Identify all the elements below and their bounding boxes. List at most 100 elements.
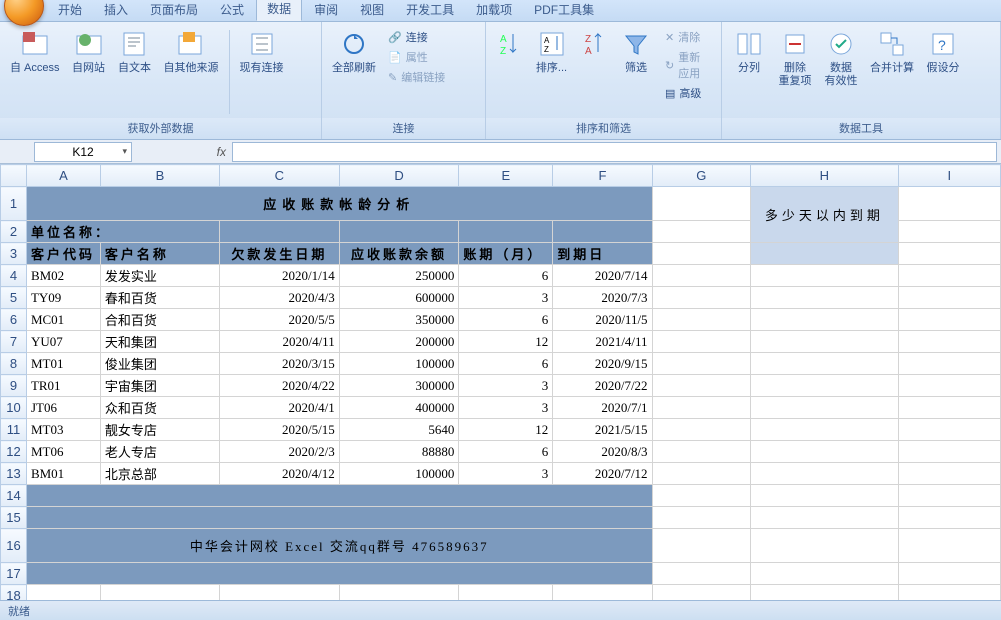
col-date[interactable]: 欠款发生日期 bbox=[220, 243, 340, 265]
cell-code[interactable]: TY09 bbox=[26, 287, 100, 309]
cell-due[interactable]: 2020/7/12 bbox=[553, 463, 652, 485]
sort-desc-button[interactable]: ZA bbox=[577, 26, 612, 62]
col-header[interactable]: F bbox=[553, 165, 652, 187]
col-header[interactable]: E bbox=[459, 165, 553, 187]
cell-due[interactable]: 2020/8/3 bbox=[553, 441, 652, 463]
cell-term[interactable]: 3 bbox=[459, 463, 553, 485]
cell-code[interactable]: YU07 bbox=[26, 331, 100, 353]
cell-amt[interactable]: 250000 bbox=[339, 265, 459, 287]
data-validation-button[interactable]: 数据 有效性 bbox=[820, 26, 862, 90]
filter-button[interactable]: 筛选 bbox=[615, 26, 657, 77]
ribbon-tab-3[interactable]: 公式 bbox=[210, 0, 254, 21]
ribbon-tab-4[interactable]: 数据 bbox=[256, 0, 302, 21]
cell-code[interactable]: TR01 bbox=[26, 375, 100, 397]
row-header[interactable]: 5 bbox=[1, 287, 27, 309]
cell-date[interactable]: 2020/4/11 bbox=[220, 331, 340, 353]
cell-due[interactable]: 2020/7/14 bbox=[553, 265, 652, 287]
cell-date[interactable]: 2020/5/5 bbox=[220, 309, 340, 331]
ribbon-tab-9[interactable]: PDF工具集 bbox=[524, 0, 604, 21]
cell-amt[interactable]: 100000 bbox=[339, 353, 459, 375]
ribbon-tab-6[interactable]: 视图 bbox=[350, 0, 394, 21]
col-header[interactable]: C bbox=[220, 165, 340, 187]
from-web-button[interactable]: 自网站 bbox=[68, 26, 110, 77]
cell-name[interactable]: 宇宙集团 bbox=[100, 375, 219, 397]
cell-term[interactable]: 6 bbox=[459, 265, 553, 287]
cell-term[interactable]: 3 bbox=[459, 375, 553, 397]
cell-code[interactable]: MT01 bbox=[26, 353, 100, 375]
refresh-all-button[interactable]: 全部刷新 bbox=[328, 26, 380, 77]
ribbon-tab-0[interactable]: 开始 bbox=[48, 0, 92, 21]
cell-code[interactable]: BM02 bbox=[26, 265, 100, 287]
row-header[interactable]: 10 bbox=[1, 397, 27, 419]
col-due[interactable]: 到期日 bbox=[553, 243, 652, 265]
formula-input[interactable] bbox=[232, 142, 997, 162]
sort-button[interactable]: AZ 排序... bbox=[531, 26, 573, 77]
cell-due[interactable]: 2020/7/1 bbox=[553, 397, 652, 419]
cell-amt[interactable]: 400000 bbox=[339, 397, 459, 419]
row-header[interactable]: 17 bbox=[1, 563, 27, 585]
footer-note[interactable]: 中华会计网校 Excel 交流qq群号 476589637 bbox=[26, 529, 652, 563]
cell-term[interactable]: 12 bbox=[459, 331, 553, 353]
cell-name[interactable]: 合和百货 bbox=[100, 309, 219, 331]
row-header[interactable]: 12 bbox=[1, 441, 27, 463]
cell-amt[interactable]: 600000 bbox=[339, 287, 459, 309]
ribbon-tab-2[interactable]: 页面布局 bbox=[140, 0, 208, 21]
cell-name[interactable]: 北京总部 bbox=[100, 463, 219, 485]
row-header[interactable]: 18 bbox=[1, 585, 27, 601]
cell-date[interactable]: 2020/3/15 bbox=[220, 353, 340, 375]
consolidate-button[interactable]: 合并计算 bbox=[866, 26, 918, 77]
cell-code[interactable]: MT03 bbox=[26, 419, 100, 441]
cell-date[interactable]: 2020/5/15 bbox=[220, 419, 340, 441]
remove-dup-button[interactable]: 删除 重复项 bbox=[774, 26, 816, 90]
col-header[interactable]: B bbox=[100, 165, 219, 187]
cell-name[interactable]: 天和集团 bbox=[100, 331, 219, 353]
cell-due[interactable]: 2020/9/15 bbox=[553, 353, 652, 375]
cell-amt[interactable]: 100000 bbox=[339, 463, 459, 485]
cell-amt[interactable]: 300000 bbox=[339, 375, 459, 397]
cell-date[interactable]: 2020/4/3 bbox=[220, 287, 340, 309]
sheet-title[interactable]: 应收账款帐龄分析 bbox=[26, 187, 652, 221]
row-header[interactable]: 1 bbox=[1, 187, 27, 221]
cell-name[interactable]: 春和百货 bbox=[100, 287, 219, 309]
cell-due[interactable]: 2021/4/11 bbox=[553, 331, 652, 353]
cell-date[interactable]: 2020/4/1 bbox=[220, 397, 340, 419]
cell-amt[interactable]: 88880 bbox=[339, 441, 459, 463]
ribbon-tab-7[interactable]: 开发工具 bbox=[396, 0, 464, 21]
row-header[interactable]: 14 bbox=[1, 485, 27, 507]
cell[interactable] bbox=[652, 187, 750, 221]
cell-date[interactable]: 2020/1/14 bbox=[220, 265, 340, 287]
col-amt[interactable]: 应收账款余额 bbox=[339, 243, 459, 265]
col-name[interactable]: 客户名称 bbox=[100, 243, 219, 265]
due-days-header[interactable]: 多少天以内到期 bbox=[751, 187, 899, 243]
cell-name[interactable]: 发发实业 bbox=[100, 265, 219, 287]
cell-term[interactable]: 6 bbox=[459, 353, 553, 375]
row-header[interactable]: 11 bbox=[1, 419, 27, 441]
cell[interactable] bbox=[898, 187, 1000, 221]
cell-code[interactable]: BM01 bbox=[26, 463, 100, 485]
from-access-button[interactable]: 自 Access bbox=[6, 26, 64, 77]
cell-term[interactable]: 6 bbox=[459, 441, 553, 463]
sort-asc-button[interactable]: AZ bbox=[492, 26, 527, 62]
cell-date[interactable]: 2020/4/22 bbox=[220, 375, 340, 397]
cell-name[interactable]: 众和百货 bbox=[100, 397, 219, 419]
row-header[interactable]: 9 bbox=[1, 375, 27, 397]
cell-code[interactable]: MT06 bbox=[26, 441, 100, 463]
cell-due[interactable]: 2020/7/22 bbox=[553, 375, 652, 397]
cell-name[interactable]: 靓女专店 bbox=[100, 419, 219, 441]
col-code[interactable]: 客户代码 bbox=[26, 243, 100, 265]
cell-term[interactable]: 3 bbox=[459, 287, 553, 309]
row-header[interactable]: 7 bbox=[1, 331, 27, 353]
cell-due[interactable]: 2021/5/15 bbox=[553, 419, 652, 441]
row-header[interactable]: 13 bbox=[1, 463, 27, 485]
cell-code[interactable]: MC01 bbox=[26, 309, 100, 331]
col-header[interactable]: I bbox=[898, 165, 1000, 187]
col-header[interactable]: D bbox=[339, 165, 459, 187]
row-header[interactable]: 6 bbox=[1, 309, 27, 331]
from-other-button[interactable]: 自其他来源 bbox=[160, 26, 223, 77]
advanced-button[interactable]: ▤高级 bbox=[661, 84, 715, 102]
cell-amt[interactable]: 350000 bbox=[339, 309, 459, 331]
cell-term[interactable]: 3 bbox=[459, 397, 553, 419]
ribbon-tab-5[interactable]: 审阅 bbox=[304, 0, 348, 21]
row-header[interactable]: 4 bbox=[1, 265, 27, 287]
ribbon-tab-1[interactable]: 插入 bbox=[94, 0, 138, 21]
